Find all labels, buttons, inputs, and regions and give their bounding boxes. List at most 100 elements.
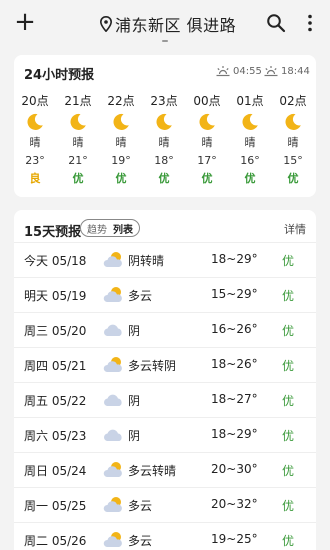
day-condition: 阴 [128, 324, 141, 338]
hour-temperature: 19° [111, 154, 131, 167]
hourly-list: 20点晴 23° 良 21点晴 21° 优 22点晴 19° 优 23点晴 18° 优 00点晴 17° 优… [14, 93, 316, 193]
day-label: 今天 05/18 [24, 254, 87, 268]
hour-condition: 晴 [158, 136, 170, 149]
daily-forecast-card: 15天预报 趋势 列表 详情 今天 05/18 阴转晴 18~29° 优明天 05/1… [14, 210, 316, 550]
day-label: 周六 05/23 [24, 429, 87, 443]
forecast-day-row[interactable]: 周六 05/23 阴 18~29° 优 [14, 417, 316, 452]
forecast-day-row[interactable]: 周一 05/25 多云 20~32° 优 [14, 487, 316, 522]
sunrise: 04:55 [216, 64, 262, 78]
top-bar: + 浦东新区 俱进路 [0, 0, 330, 46]
day-condition: 阴转晴 [128, 254, 165, 268]
temperature-range: 18~27° [211, 392, 258, 406]
cloud-sun-icon [103, 532, 122, 547]
hour-time: 23点 [150, 94, 178, 108]
air-quality: 优 [282, 429, 295, 443]
hour-aqi: 优 [244, 172, 256, 185]
forecast-day-row[interactable]: 周日 05/24 多云转晴 20~30° 优 [14, 452, 316, 487]
daily-title: 15天预报 [24, 225, 82, 240]
temperature-range: 18~29° [211, 427, 258, 441]
hour-time: 01点 [236, 94, 264, 108]
sunrise-icon [216, 66, 230, 77]
hour-aqi: 优 [158, 172, 170, 185]
sunset-icon [264, 66, 278, 77]
forecast-day-row[interactable]: 周三 05/20 阴 16~26° 优 [14, 312, 316, 347]
cloud-sun-icon [103, 252, 122, 267]
cloud-sun-icon [103, 497, 122, 512]
temperature-range: 15~29° [211, 287, 258, 301]
crescent-moon-icon [156, 113, 172, 130]
sunset-time: 18:44 [281, 65, 310, 77]
page-indicator [162, 40, 168, 42]
hour-condition: 晴 [244, 136, 256, 149]
hour-temperature: 21° [68, 154, 88, 167]
hour-aqi: 优 [72, 172, 84, 185]
temperature-range: 19~25° [211, 532, 258, 546]
plus-icon[interactable]: + [14, 9, 36, 35]
forecast-day-row[interactable]: 周四 05/21 多云转阴 18~26° 优 [14, 347, 316, 382]
hour-column: 23点晴 18° 优 [144, 93, 184, 187]
hour-aqi: 优 [201, 172, 213, 185]
hour-time: 22点 [107, 94, 135, 108]
air-quality: 优 [282, 254, 295, 268]
day-condition: 多云转阴 [128, 359, 177, 373]
air-quality: 优 [282, 324, 295, 338]
location-selector[interactable]: 浦东新区 俱进路 [100, 14, 237, 35]
day-label: 周五 05/22 [24, 394, 87, 408]
hour-column: 01点晴 16° 优 [230, 93, 270, 187]
hourly-title: 24小时预报 [24, 68, 95, 83]
crescent-moon-icon [70, 113, 86, 130]
sunset: 18:44 [264, 64, 310, 78]
cloud-icon [104, 324, 122, 336]
hourly-forecast-card: 24小时预报 04:55 18:44 20点晴 23° 良 21点晴 21° 优 22点晴 1… [14, 55, 316, 197]
hour-aqi: 优 [115, 172, 127, 185]
day-label: 周日 05/24 [24, 464, 87, 478]
air-quality: 优 [282, 394, 295, 408]
crescent-moon-icon [113, 113, 129, 130]
hour-temperature: 23° [25, 154, 45, 167]
hour-time: 02点 [279, 94, 307, 108]
hour-condition: 晴 [201, 136, 213, 149]
more-vertical-icon[interactable] [302, 13, 318, 33]
day-label: 周四 05/21 [24, 359, 87, 373]
toggle-list[interactable]: 列表 [113, 221, 133, 236]
day-condition: 多云转晴 [128, 464, 177, 478]
crescent-moon-icon [285, 113, 301, 130]
view-toggle[interactable]: 趋势 列表 [80, 219, 140, 237]
day-condition: 多云 [128, 534, 153, 548]
temperature-range: 18~26° [211, 357, 258, 371]
day-condition: 阴 [128, 394, 141, 408]
cloud-sun-icon [103, 357, 122, 372]
forecast-day-row[interactable]: 周二 05/26 多云 19~25° 优 [14, 522, 316, 550]
forecast-day-row[interactable]: 周五 05/22 阴 18~27° 优 [14, 382, 316, 417]
hour-aqi: 良 [29, 172, 41, 185]
hour-condition: 晴 [72, 136, 84, 149]
air-quality: 优 [282, 359, 295, 373]
cloud-icon [104, 394, 122, 406]
forecast-day-row[interactable]: 明天 05/19 多云 15~29° 优 [14, 277, 316, 312]
sunrise-time: 04:55 [233, 65, 262, 77]
air-quality: 优 [282, 499, 295, 513]
hour-time: 21点 [64, 94, 92, 108]
hour-time: 20点 [21, 94, 49, 108]
toggle-trend[interactable]: 趋势 [87, 221, 107, 236]
hour-time: 00点 [193, 94, 221, 108]
air-quality: 优 [282, 534, 295, 548]
search-icon[interactable] [266, 13, 286, 33]
city-name: 浦东新区 俱进路 [115, 16, 237, 35]
day-condition: 多云 [128, 289, 153, 303]
crescent-moon-icon [27, 113, 43, 130]
forecast-day-row[interactable]: 今天 05/18 阴转晴 18~29° 优 [14, 242, 316, 277]
temperature-range: 20~30° [211, 462, 258, 476]
details-link[interactable]: 详情 [284, 221, 306, 237]
hour-temperature: 15° [283, 154, 303, 167]
day-label: 周二 05/26 [24, 534, 87, 548]
hour-condition: 晴 [287, 136, 299, 149]
temperature-range: 20~32° [211, 497, 258, 511]
hour-temperature: 16° [240, 154, 260, 167]
hour-condition: 晴 [29, 136, 41, 149]
hour-temperature: 17° [197, 154, 217, 167]
crescent-moon-icon [199, 113, 215, 130]
hour-temperature: 18° [154, 154, 174, 167]
hour-column: 22点晴 19° 优 [101, 93, 141, 187]
cloud-sun-icon [103, 462, 122, 477]
